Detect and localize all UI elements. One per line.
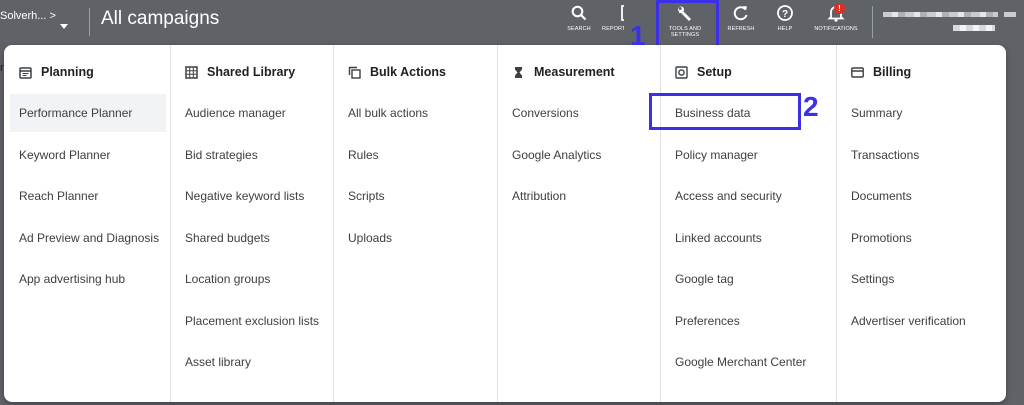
- menu-column-shared-library: Shared Library Audience manager Bid stra…: [170, 45, 334, 402]
- annotation-highlight-box: [649, 93, 801, 130]
- top-bar: Solverh... > All campaigns SEARCH REPORT…: [0, 0, 1024, 46]
- menu-item-access-and-security[interactable]: Access and security: [666, 177, 822, 215]
- column-heading: Shared Library: [185, 65, 295, 79]
- menu-column-bulk-actions: Bulk Actions All bulk actions Rules Scri…: [333, 45, 498, 402]
- menu-column-billing: Billing Summary Transactions Documents P…: [836, 45, 1006, 402]
- column-heading: Planning: [19, 65, 94, 79]
- library-grid-icon: [185, 65, 198, 79]
- svg-text:?: ?: [782, 9, 788, 20]
- column-heading-label: Billing: [873, 65, 912, 79]
- menu-item-google-merchant-center[interactable]: Google Merchant Center: [666, 343, 822, 381]
- tools-menu-panel: Planning Performance Planner Keyword Pla…: [4, 45, 1006, 402]
- annotation-number: 2: [803, 91, 819, 122]
- divider: [89, 8, 90, 36]
- notification-badge: !: [834, 3, 845, 14]
- notifications-button[interactable]: ! NOTIFICATIONS: [810, 3, 862, 44]
- account-info-redacted: [1004, 12, 1016, 17]
- search-button[interactable]: SEARCH: [562, 4, 596, 44]
- column-heading-label: Bulk Actions: [370, 65, 446, 79]
- column-heading-label: Shared Library: [207, 65, 296, 79]
- reports-icon: [621, 5, 624, 21]
- menu-item-bid-strategies[interactable]: Bid strategies: [176, 136, 332, 174]
- hourglass-icon: [515, 66, 522, 78]
- menu-item-google-analytics[interactable]: Google Analytics: [503, 136, 659, 174]
- menu-item-asset-library[interactable]: Asset library: [176, 343, 332, 381]
- account-selector[interactable]: Solverh... >: [0, 10, 56, 22]
- menu-item-promotions[interactable]: Promotions: [842, 219, 998, 257]
- account-info-redacted[interactable]: [883, 12, 998, 17]
- reports-button[interactable]: REPORTS: [598, 4, 624, 44]
- menu-item-shared-budgets[interactable]: Shared budgets: [176, 219, 332, 257]
- copy-icon: [348, 66, 361, 79]
- menu-item-performance-planner[interactable]: Performance Planner: [10, 94, 166, 132]
- menu-item-reach-planner[interactable]: Reach Planner: [10, 177, 166, 215]
- column-heading-label: Planning: [41, 65, 94, 79]
- column-heading: Measurement: [512, 65, 615, 79]
- refresh-button[interactable]: REFRESH: [724, 4, 758, 44]
- menu-item-placement-exclusion-lists[interactable]: Placement exclusion lists: [176, 302, 332, 340]
- column-heading: Setup: [675, 65, 732, 79]
- help-label: HELP: [777, 26, 793, 32]
- column-heading: Bulk Actions: [348, 65, 446, 79]
- menu-column-planning: Planning Performance Planner Keyword Pla…: [4, 45, 171, 402]
- setup-gear-icon: [675, 65, 688, 79]
- menu-item-ad-preview[interactable]: Ad Preview and Diagnosis: [10, 219, 166, 257]
- help-button[interactable]: ? HELP: [770, 4, 800, 44]
- menu-item-transactions[interactable]: Transactions: [842, 136, 998, 174]
- menu-item-rules[interactable]: Rules: [339, 136, 495, 174]
- help-icon: ?: [777, 5, 793, 21]
- menu-item-google-tag[interactable]: Google tag: [666, 260, 822, 298]
- refresh-label: REFRESH: [727, 26, 755, 32]
- menu-item-location-groups[interactable]: Location groups: [176, 260, 332, 298]
- column-heading-label: Setup: [697, 65, 732, 79]
- reports-label: REPORTS: [602, 26, 624, 32]
- calendar-icon: [19, 66, 32, 79]
- divider: [872, 6, 873, 38]
- column-heading-label: Measurement: [534, 65, 615, 79]
- menu-item-preferences[interactable]: Preferences: [666, 302, 822, 340]
- notifications-label: NOTIFICATIONS: [814, 26, 858, 32]
- search-label: SEARCH: [567, 26, 591, 32]
- menu-item-documents[interactable]: Documents: [842, 177, 998, 215]
- menu-item-all-bulk-actions[interactable]: All bulk actions: [339, 94, 495, 132]
- menu-item-policy-manager[interactable]: Policy manager: [666, 136, 822, 174]
- menu-item-audience-manager[interactable]: Audience manager: [176, 94, 332, 132]
- menu-item-conversions[interactable]: Conversions: [503, 94, 659, 132]
- menu-item-attribution[interactable]: Attribution: [503, 177, 659, 215]
- search-icon: [571, 5, 587, 21]
- menu-item-app-advertising-hub[interactable]: App advertising hub: [10, 260, 166, 298]
- caret-down-icon[interactable]: [60, 24, 68, 29]
- page-title: All campaigns: [101, 8, 220, 29]
- menu-item-uploads[interactable]: Uploads: [339, 219, 495, 257]
- menu-item-scripts[interactable]: Scripts: [339, 177, 495, 215]
- refresh-icon: [733, 6, 748, 21]
- menu-item-linked-accounts[interactable]: Linked accounts: [666, 219, 822, 257]
- menu-item-keyword-planner[interactable]: Keyword Planner: [10, 136, 166, 174]
- column-heading: Billing: [851, 65, 911, 79]
- credit-card-icon: [851, 66, 864, 78]
- menu-column-measurement: Measurement Conversions Google Analytics…: [497, 45, 661, 402]
- menu-item-advertiser-verification[interactable]: Advertiser verification: [842, 302, 998, 340]
- annotation-number: 1: [630, 20, 646, 51]
- menu-item-summary[interactable]: Summary: [842, 94, 998, 132]
- menu-item-negative-keyword-lists[interactable]: Negative keyword lists: [176, 177, 332, 215]
- account-id-redacted: [953, 25, 995, 31]
- annotation-highlight-box: [656, 0, 719, 48]
- menu-item-settings[interactable]: Settings: [842, 260, 998, 298]
